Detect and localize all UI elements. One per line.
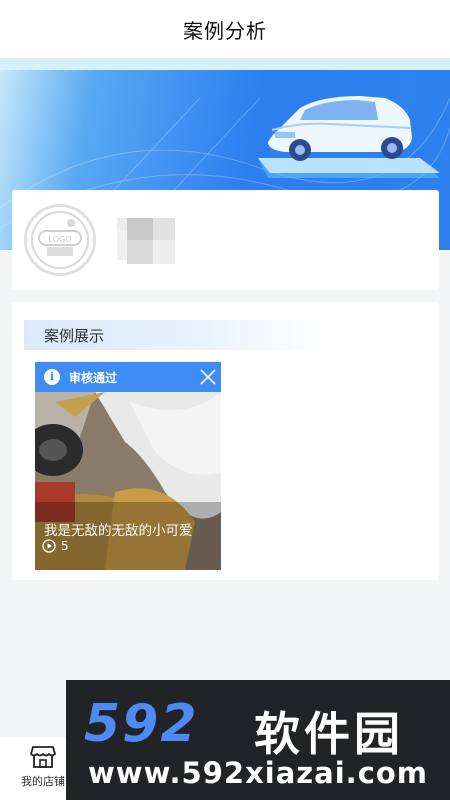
case-title: 我是无敌的无敌的小可爱	[44, 523, 193, 539]
play-icon	[42, 539, 56, 553]
case-section: 案例展示 i 审核通过 我是无敌的无敌的小可爱 5	[12, 302, 439, 580]
page-title: 案例分析	[183, 18, 267, 43]
case-item[interactable]: i 审核通过 我是无敌的无敌的小可爱 5	[35, 362, 221, 570]
play-count: 5	[42, 539, 69, 553]
tab-label: 我的店铺	[21, 775, 65, 788]
shop-logo: LOGO	[24, 204, 96, 276]
watermark-brand-number: 592	[84, 694, 199, 754]
status-text: 审核通过	[69, 370, 118, 385]
section-title: 案例展示	[44, 327, 105, 345]
section-header: 案例展示	[24, 320, 324, 350]
shop-card[interactable]: LOGO	[12, 190, 439, 290]
status-bar: i 审核通过	[35, 362, 221, 392]
watermark-brand-name: 软件园	[254, 707, 404, 761]
watermark-overlay: 592 软件园 www.592xiazai.com	[66, 680, 450, 800]
svg-text:LOGO: LOGO	[49, 235, 72, 244]
close-icon[interactable]	[199, 368, 217, 386]
header: 案例分析	[0, 0, 450, 58]
watermark-brand: 592 软件园	[76, 694, 446, 761]
play-count-value: 5	[61, 539, 69, 553]
store-icon	[30, 746, 56, 768]
info-icon: i	[44, 369, 60, 385]
shop-name-blurred	[117, 218, 175, 266]
tab-my-store[interactable]: 我的店铺	[12, 745, 74, 797]
logo-placeholder-icon: LOGO	[31, 211, 89, 269]
watermark-url: www.592xiazai.com	[88, 756, 429, 790]
